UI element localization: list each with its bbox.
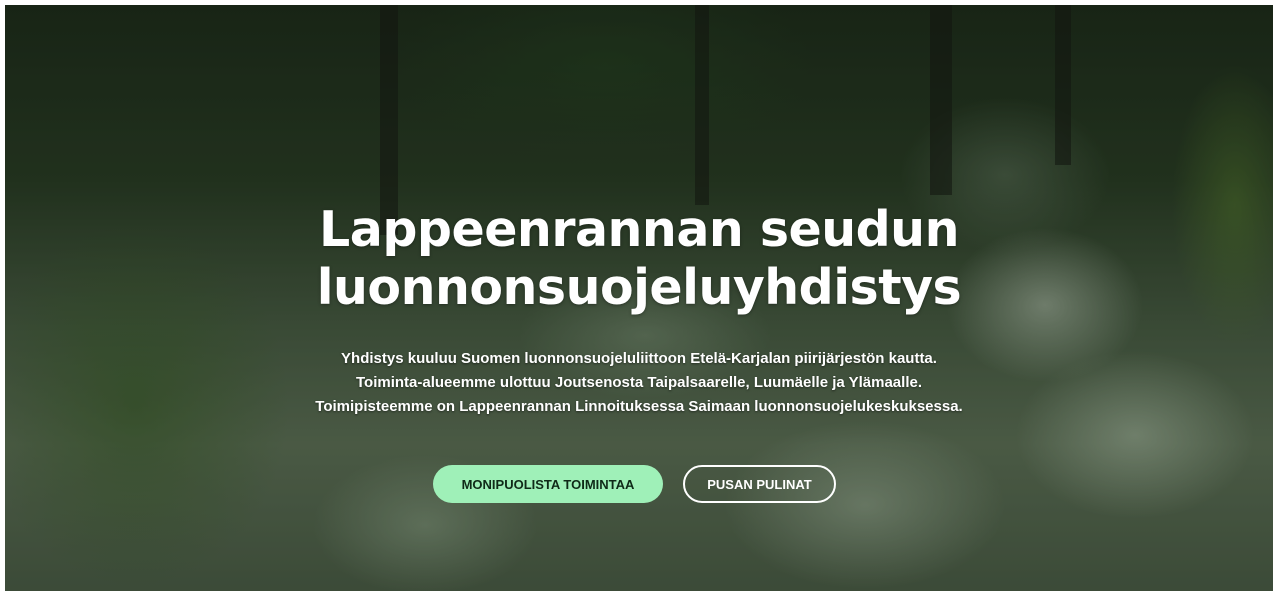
description-line: Toiminta-alueemme ulottuu Joutsenosta Ta… <box>355 374 922 391</box>
title-line: Lappeenrannan seudun <box>319 201 959 258</box>
title-line: luonnonsuojeluyhdistys <box>316 259 962 316</box>
hero-description: Yhdistys kuuluu Suomen luonnonsuojelulii… <box>5 347 1273 419</box>
description-line: Toimipisteemme on Lappeenrannan Linnoitu… <box>315 398 963 415</box>
page-title: Lappeenrannan seudun luonnonsuojeluyhdis… <box>5 201 1273 317</box>
monipuolista-toimintaa-button[interactable]: MONIPUOLISTA TOIMINTAA <box>433 465 663 503</box>
pusan-pulinat-button[interactable]: PUSAN PULINAT <box>683 465 836 503</box>
hero-section: Lappeenrannan seudun luonnonsuojeluyhdis… <box>5 5 1273 591</box>
hero-content: Lappeenrannan seudun luonnonsuojeluyhdis… <box>5 5 1273 591</box>
description-line: Yhdistys kuuluu Suomen luonnonsuojelulii… <box>341 350 937 367</box>
